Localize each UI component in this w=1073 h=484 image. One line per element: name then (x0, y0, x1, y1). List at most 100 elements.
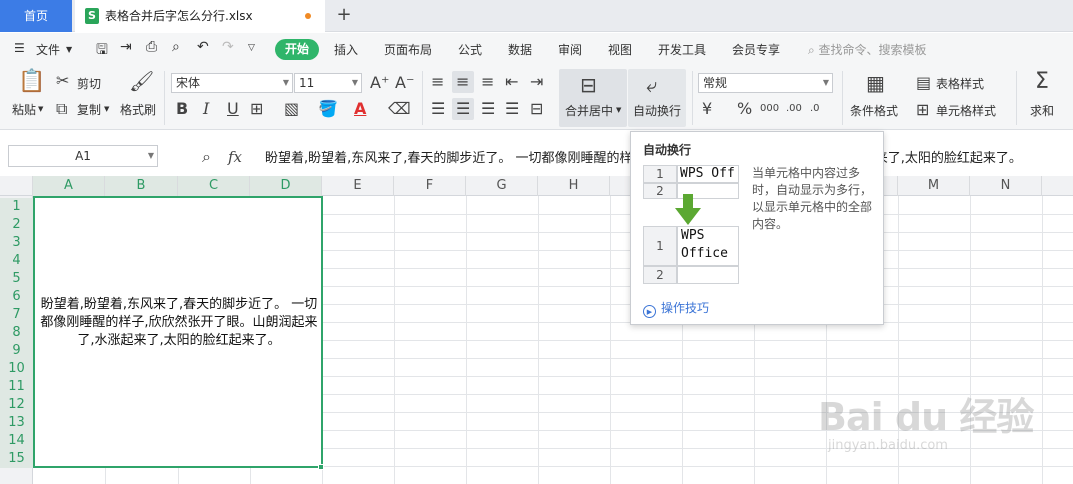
row-header[interactable]: 7 (0, 306, 33, 324)
row-header[interactable]: 3 (0, 234, 33, 252)
merged-cell-a1[interactable]: 盼望着,盼望着,东风来了,春天的脚步近了。 一切都像刚睡醒的样子,欣欣然张开了眼… (33, 196, 323, 468)
name-box[interactable]: A1 ▼ (8, 145, 158, 167)
save-icon[interactable]: 🖫 (96, 39, 108, 63)
column-header[interactable]: A (33, 176, 105, 196)
increase-font-icon[interactable]: A⁺ (370, 75, 389, 91)
row-header[interactable]: 10 (0, 360, 33, 378)
print-icon[interactable]: ⎙ (146, 39, 157, 55)
menu-insert[interactable]: 插入 (334, 41, 358, 58)
column-header[interactable]: H (538, 176, 610, 196)
menu-data[interactable]: 数据 (508, 41, 532, 58)
font-size-select[interactable]: 11 ▼ (294, 73, 362, 93)
undo-icon[interactable]: ↶ (197, 39, 209, 55)
column-header[interactable]: M (898, 176, 970, 196)
row-header[interactable]: 15 (0, 450, 33, 468)
wrap-text-button[interactable]: 自动换行 (633, 102, 681, 119)
home-tab[interactable]: 首页 (0, 0, 72, 32)
copy-button[interactable]: 复制 (77, 101, 101, 118)
thousands-icon[interactable]: 000 (760, 101, 779, 117)
align-middle-icon[interactable]: ≡ (456, 74, 469, 90)
align-left-icon[interactable]: ☰ (431, 101, 445, 117)
cut-button[interactable]: 剪切 (77, 75, 101, 92)
format-painter-button[interactable]: 格式刷 (120, 101, 156, 118)
menu-member[interactable]: 会员专享 (732, 41, 780, 58)
fill-handle[interactable] (318, 464, 324, 470)
row-header[interactable]: 8 (0, 324, 33, 342)
copy-dropdown-icon[interactable]: ▼ (104, 105, 109, 113)
merge-dropdown-icon[interactable]: ▼ (616, 106, 621, 114)
cell-pattern-icon[interactable]: ▧ (284, 101, 299, 117)
underline-icon[interactable]: U (227, 101, 239, 117)
bold-icon[interactable]: B (176, 101, 188, 117)
clear-format-icon[interactable]: ⌫ (388, 101, 411, 117)
merge-center-button[interactable]: 合并居中 (565, 102, 613, 119)
menu-page-layout[interactable]: 页面布局 (384, 41, 432, 58)
distributed-align-icon[interactable]: ⊟ (530, 101, 543, 117)
wrap-text-icon[interactable]: ⤶ (646, 75, 657, 95)
cell-style-icon[interactable]: ⊞ (916, 102, 929, 118)
row-header[interactable]: 6 (0, 288, 33, 306)
row-header[interactable]: 13 (0, 414, 33, 432)
document-tab[interactable]: S 表格合并后字怎么分行.xlsx (75, 0, 325, 32)
row-header[interactable]: 12 (0, 396, 33, 414)
fx-icon[interactable]: fx (228, 149, 242, 165)
align-right-icon[interactable]: ☰ (481, 101, 495, 117)
export-icon[interactable]: ⇥ (120, 39, 132, 55)
menu-view[interactable]: 视图 (608, 41, 632, 58)
paste-button[interactable]: 粘贴 (12, 101, 36, 118)
menu-developer[interactable]: 开发工具 (658, 41, 706, 58)
select-all-corner[interactable] (0, 176, 33, 196)
column-header[interactable]: B (105, 176, 178, 196)
menu-start[interactable]: 开始 (275, 39, 319, 60)
column-header[interactable]: F (394, 176, 466, 196)
menu-file[interactable]: 文件 (36, 41, 60, 58)
font-name-select[interactable]: 宋体 ▼ (171, 73, 293, 93)
row-header[interactable]: 1 (0, 198, 33, 216)
row-header[interactable]: 2 (0, 216, 33, 234)
row-header[interactable]: 14 (0, 432, 33, 450)
format-painter-icon[interactable]: 🖌 (129, 71, 154, 91)
new-tab-button[interactable]: + (334, 4, 354, 26)
paste-dropdown-icon[interactable]: ▼ (38, 105, 43, 113)
column-header[interactable]: G (466, 176, 538, 196)
table-style-button[interactable]: 表格样式 (936, 75, 984, 92)
sum-button[interactable]: 求和 (1030, 102, 1054, 119)
increase-decimal-icon[interactable]: .00 (786, 101, 802, 117)
align-top-icon[interactable]: ≡ (431, 74, 444, 90)
cell-style-button[interactable]: 单元格样式 (936, 102, 996, 119)
menu-review[interactable]: 审阅 (558, 41, 582, 58)
tips-link[interactable]: ▶ 操作技巧 (643, 299, 709, 318)
decrease-font-icon[interactable]: A⁻ (395, 75, 414, 91)
row-header[interactable]: 4 (0, 252, 33, 270)
row-header[interactable]: 11 (0, 378, 33, 396)
currency-icon[interactable]: ¥ (702, 101, 712, 117)
justify-icon[interactable]: ☰ (505, 101, 519, 117)
copy-icon[interactable]: ⧉ (56, 101, 67, 117)
column-header[interactable]: C (178, 176, 250, 196)
column-header[interactable]: D (250, 176, 322, 196)
column-header[interactable]: E (322, 176, 394, 196)
fill-color-icon[interactable]: 🪣 (318, 101, 338, 117)
column-header-partial[interactable] (1042, 176, 1073, 196)
italic-icon[interactable]: I (203, 101, 209, 117)
scissors-icon[interactable]: ✂ (56, 73, 69, 89)
hamburger-icon[interactable]: ☰ (14, 41, 25, 55)
merge-cells-icon[interactable]: ⊟ (580, 75, 597, 95)
paste-icon[interactable]: 📋 (18, 71, 45, 93)
quick-access-dropdown-icon[interactable]: ▽ (248, 43, 255, 53)
row-header[interactable]: 9 (0, 342, 33, 360)
row-header[interactable]: 5 (0, 270, 33, 288)
decrease-indent-icon[interactable]: ⇤ (505, 74, 518, 90)
command-search[interactable]: ⌕ 查找命令、搜索模板 (808, 41, 927, 58)
font-color-icon[interactable]: A (354, 101, 366, 117)
conditional-format-button[interactable]: 条件格式 (850, 102, 898, 119)
table-style-icon[interactable]: ▤ (916, 75, 931, 91)
align-bottom-icon[interactable]: ≡ (481, 74, 494, 90)
conditional-format-icon[interactable]: ▦ (866, 73, 885, 93)
number-format-select[interactable]: 常规 ▼ (698, 73, 833, 93)
print-preview-icon[interactable]: ⌕ (172, 39, 180, 55)
column-header[interactable]: N (970, 176, 1042, 196)
sum-icon[interactable]: Σ (1035, 71, 1049, 93)
border-icon[interactable]: ⊞ (250, 101, 263, 117)
chevron-down-icon[interactable]: ▼ (66, 45, 72, 54)
